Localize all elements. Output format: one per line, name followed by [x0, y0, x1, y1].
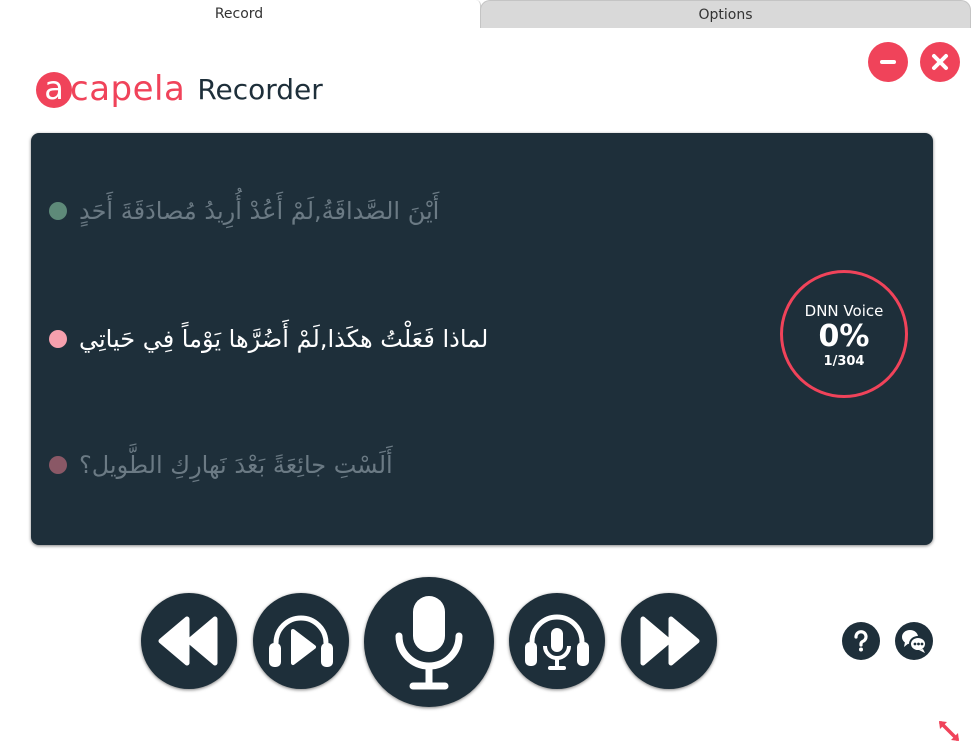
app-title: Recorder — [197, 72, 323, 106]
app-logo: a capela Recorder — [36, 66, 323, 112]
microphone-icon — [395, 596, 463, 690]
help-icon — [854, 630, 868, 652]
play-button[interactable] — [253, 593, 349, 689]
sentence-item[interactable]: أَيْنَ الصَّداقَةُ,لَمْ أَعُدْ أُرِيدُ م… — [49, 197, 439, 225]
status-dot-pending — [49, 456, 67, 474]
logo-brand: capela — [70, 69, 186, 109]
logo-letter: a — [44, 69, 64, 107]
tab-options[interactable]: Options — [480, 0, 971, 28]
rewind-button[interactable] — [141, 593, 237, 689]
progress-count: 1/304 — [823, 353, 865, 369]
mic-headphones-icon — [525, 614, 589, 670]
tab-record[interactable]: Record — [0, 0, 478, 28]
language-icon — [902, 630, 927, 653]
help-button[interactable] — [842, 622, 880, 660]
sentence-item-current[interactable]: لماذا فَعَلْتُ هكَذا,لَمْ أَضُرَّها يَوْ… — [49, 325, 488, 353]
language-button[interactable] — [895, 622, 933, 660]
resize-handle[interactable] — [936, 718, 962, 744]
minus-icon — [880, 60, 896, 64]
status-dot-done — [49, 202, 67, 220]
tab-bar: Record Options — [0, 0, 971, 28]
fast-forward-icon — [640, 616, 700, 666]
sentence-text: لماذا فَعَلْتُ هكَذا,لَمْ أَضُرَّها يَوْ… — [79, 325, 489, 353]
sentence-panel: أَيْنَ الصَّداقَةُ,لَمْ أَعُدْ أُرِيدُ م… — [31, 133, 933, 545]
record-button[interactable] — [364, 577, 494, 707]
monitor-button[interactable] — [509, 593, 605, 689]
sentence-item[interactable]: أَلَسْتِ جائِعَةً بَعْدَ نَهارِكِ الطَّو… — [49, 451, 393, 479]
sentence-text: أَيْنَ الصَّداقَةُ,لَمْ أَعُدْ أُرِيدُ م… — [79, 197, 440, 225]
minimize-button[interactable] — [868, 42, 908, 82]
forward-button[interactable] — [621, 593, 717, 689]
progress-percent: 0% — [818, 318, 870, 354]
rewind-icon — [158, 616, 218, 666]
sentence-text: أَلَسْتِ جائِعَةً بَعْدَ نَهارِكِ الطَّو… — [79, 451, 393, 479]
status-dot-current — [49, 330, 67, 348]
close-button[interactable] — [920, 42, 960, 82]
play-headphones-icon — [269, 615, 333, 667]
progress-ring: DNN Voice 0% 1/304 — [780, 270, 908, 398]
resize-arrow-icon — [939, 721, 959, 741]
close-icon — [932, 54, 948, 70]
voice-label: DNN Voice — [804, 301, 884, 320]
